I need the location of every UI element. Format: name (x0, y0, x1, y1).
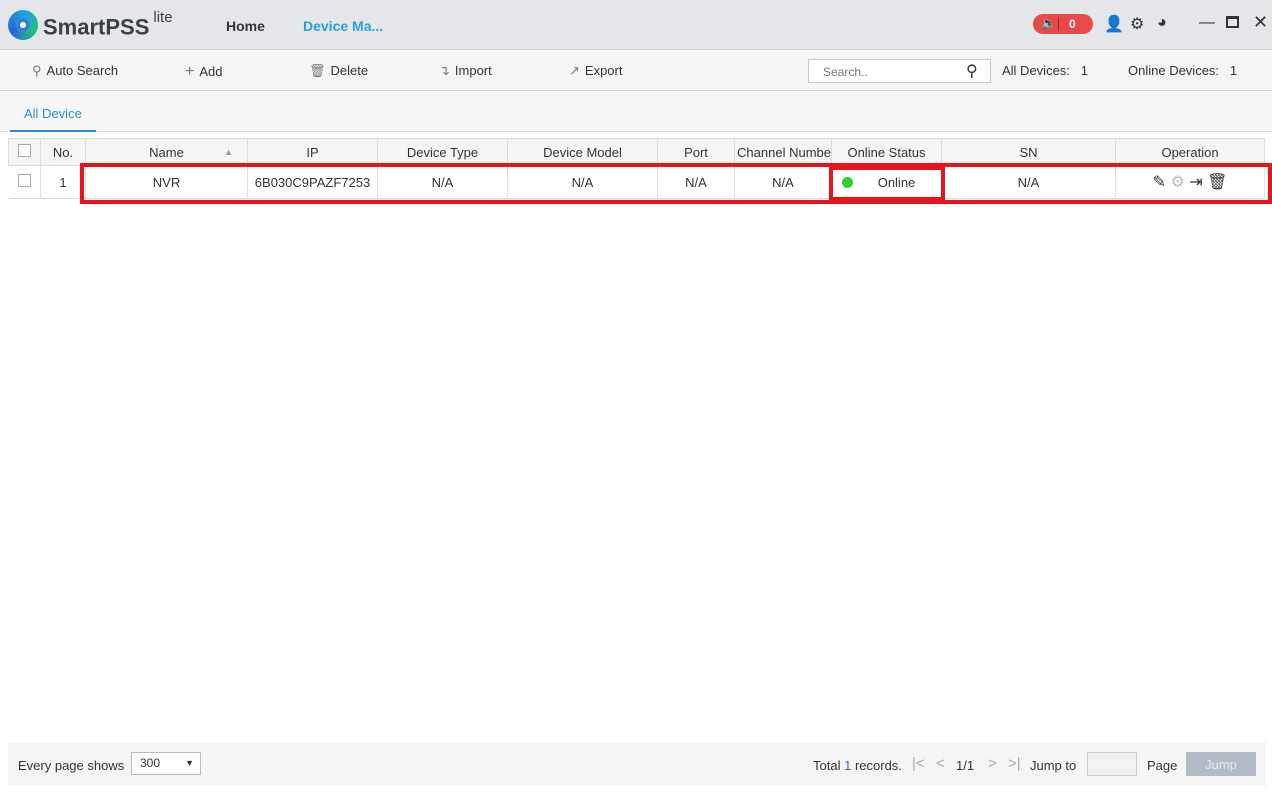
logout-icon[interactable]: ⇥ (1189, 174, 1202, 191)
import-label: Import (454, 63, 492, 78)
device-table: No. Name ▲ IP Device Type Device Model Po… (8, 138, 1265, 199)
online-status-dot-icon (842, 177, 853, 188)
nav-device-manager[interactable]: Device Ma... (303, 18, 383, 34)
edit-pencil-icon[interactable]: ✎ (1153, 174, 1166, 191)
auto-search-button[interactable]: ⚲ Auto Search (32, 63, 118, 79)
header-operation: Operation (1115, 138, 1265, 166)
dropdown-arrow-icon: ▼ (185, 758, 194, 768)
export-label: Export (584, 63, 623, 78)
header-name-label: Name (149, 144, 184, 160)
cell-online-status: Online (831, 165, 942, 199)
jump-button[interactable]: Jump (1186, 752, 1256, 776)
title-bar: SmartPSS lite Home Device Ma... 🔈 0 👤 ⚙ ◕… (0, 0, 1272, 50)
speaker-icon: 🔈 (1041, 16, 1056, 30)
search-placeholder: Search.. (823, 65, 868, 79)
all-devices-value: 1 (1080, 63, 1088, 78)
cell-no: 1 (40, 165, 86, 199)
online-devices-value: 1 (1229, 63, 1238, 78)
cell-name: NVR (85, 165, 248, 199)
maximize-icon[interactable] (1226, 16, 1239, 28)
sort-asc-icon: ▲ (224, 147, 233, 157)
delete-label: Delete (330, 63, 369, 78)
total-prefix: Total (813, 758, 841, 773)
pagination-footer: Every page shows 300 ▼ Total 1 records. |… (8, 742, 1266, 786)
add-button[interactable]: + Add (185, 63, 222, 81)
app-logo-icon (8, 10, 38, 40)
jump-to-label: Jump to (1030, 758, 1077, 773)
header-device-type[interactable]: Device Type (377, 138, 508, 166)
app-brand: SmartPSS lite (43, 9, 173, 40)
row-checkbox[interactable] (8, 165, 41, 199)
export-icon: ↗ (569, 63, 580, 78)
page-indicator: 1/1 (956, 758, 975, 773)
cell-ip: 6B030C9PAZF7253 (247, 165, 378, 199)
user-icon[interactable]: 👤 (1104, 14, 1124, 34)
online-devices-count: Online Devices: 1 (1128, 63, 1237, 78)
search-icon[interactable]: ⚲ (966, 61, 978, 81)
import-button[interactable]: ↴ Import (439, 63, 492, 79)
table-row[interactable]: 1 NVR 6B030C9PAZF7253 N/A N/A N/A N/A On… (8, 165, 1265, 199)
speedometer-icon[interactable]: ◕ (1157, 14, 1167, 32)
header-name[interactable]: Name ▲ (85, 138, 248, 166)
total-records: Total 1 records. (813, 758, 902, 773)
header-ip[interactable]: IP (247, 138, 378, 166)
header-no[interactable]: No. (40, 138, 86, 166)
header-sn[interactable]: SN (941, 138, 1116, 166)
cell-device-model: N/A (507, 165, 658, 199)
import-icon: ↴ (439, 63, 450, 78)
search-input[interactable]: Search.. ⚲ (808, 59, 991, 83)
cell-channel: N/A (734, 165, 832, 199)
brand-name: SmartPSS (43, 14, 150, 40)
brand-suffix: lite (153, 9, 173, 26)
header-port[interactable]: Port (657, 138, 735, 166)
toolbar: ⚲ Auto Search + Add 🗑 Delete ↴ Import ↗ Expor… (0, 51, 1272, 91)
cell-device-type: N/A (377, 165, 508, 199)
gear-icon[interactable]: ⚙ (1130, 14, 1144, 34)
add-label: Add (199, 64, 223, 79)
online-devices-label: Online Devices: (1128, 63, 1220, 78)
minimize-icon[interactable]: — (1199, 14, 1215, 32)
all-devices-label: All Devices: (1002, 63, 1070, 78)
table-header: No. Name ▲ IP Device Type Device Model Po… (8, 138, 1265, 166)
alarm-count: 0 (1069, 17, 1076, 31)
total-suffix: records. (854, 758, 902, 773)
page-label: Page (1147, 758, 1178, 773)
nav-home[interactable]: Home (226, 18, 265, 34)
cell-sn: N/A (941, 165, 1116, 199)
auto-search-label: Auto Search (46, 63, 119, 78)
tab-all-device[interactable]: All Device (10, 92, 96, 132)
first-page-icon[interactable]: |< (912, 755, 925, 772)
online-status-label: Online (877, 174, 916, 190)
jump-page-input[interactable] (1087, 752, 1137, 776)
header-channel-number[interactable]: Channel Numbe (734, 138, 832, 166)
header-online-status[interactable]: Online Status (831, 138, 942, 166)
per-page-label: Every page shows (18, 758, 125, 773)
all-devices-count: All Devices: 1 (1002, 63, 1088, 78)
trash-icon: 🗑 (309, 63, 326, 78)
delete-button[interactable]: 🗑 Delete (309, 63, 368, 79)
close-icon[interactable]: ✕ (1253, 12, 1268, 33)
tab-bar: All Device (0, 92, 1272, 132)
last-page-icon[interactable]: >| (1008, 755, 1021, 772)
delete-trash-icon[interactable]: 🗑 (1207, 174, 1227, 191)
export-button[interactable]: ↗ Export (569, 63, 622, 79)
cell-operation: ✎ ⚙ ⇥ 🗑 (1115, 165, 1265, 199)
config-gear-icon[interactable]: ⚙ (1170, 174, 1184, 191)
per-page-value: 300 (140, 756, 161, 770)
prev-page-icon[interactable]: < (936, 755, 945, 772)
per-page-select[interactable]: 300 ▼ (131, 752, 201, 775)
header-device-model[interactable]: Device Model (507, 138, 658, 166)
plus-icon: + (185, 63, 195, 80)
cell-port: N/A (657, 165, 735, 199)
alarm-button[interactable]: 🔈 0 (1033, 14, 1093, 34)
select-all-checkbox[interactable] (8, 138, 41, 166)
search-icon: ⚲ (32, 63, 42, 78)
next-page-icon[interactable]: > (988, 755, 997, 772)
total-count: 1 (844, 758, 852, 773)
